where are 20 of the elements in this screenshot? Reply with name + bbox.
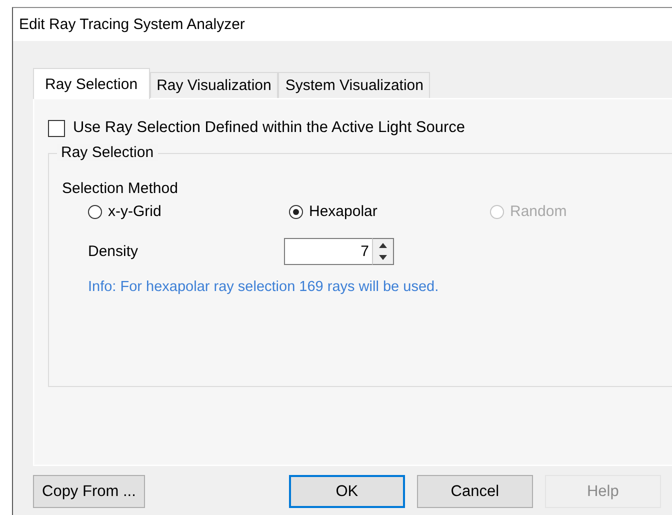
copy-from-button[interactable]: Copy From ... — [33, 475, 145, 508]
dialog-button[interactable]: Cancel — [416, 475, 533, 508]
tab[interactable]: Ray Selection — [33, 68, 150, 99]
dialog-button[interactable]: OK — [288, 475, 405, 508]
radio-button[interactable] — [289, 204, 303, 218]
checkbox[interactable] — [48, 120, 65, 136]
tab[interactable]: System Visualization — [278, 72, 430, 98]
radio-label: Random — [510, 203, 567, 220]
field-label: Selection Method — [62, 180, 179, 197]
number-field[interactable]: 7 — [284, 238, 372, 265]
radio-label: Hexapolar — [309, 203, 378, 220]
info-text: Info: For hexapolar ray selection 169 rays will be used. — [88, 279, 440, 295]
window-title: Edit Ray Tracing System Analyzer — [19, 16, 245, 33]
checkbox-label: Use Ray Selection Defined within the Active Light Source — [73, 119, 466, 137]
tab[interactable]: Ray Visualization — [150, 72, 278, 98]
spin-buttons[interactable] — [372, 238, 394, 265]
field-label: Density — [88, 243, 140, 260]
radio-label: x-y-Grid — [108, 203, 162, 220]
radio-button[interactable] — [88, 204, 102, 218]
group-title: Ray Selection — [57, 144, 158, 161]
